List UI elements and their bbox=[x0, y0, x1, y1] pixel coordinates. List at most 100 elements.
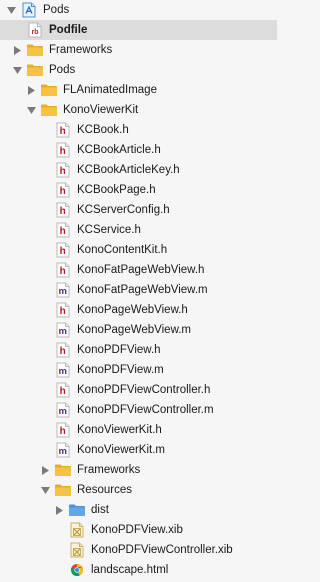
disclosure-collapsed-icon[interactable] bbox=[54, 505, 64, 515]
header-file-icon: h bbox=[54, 122, 72, 138]
navigator-row[interactable]: KonoPDFViewController.xib bbox=[0, 540, 277, 560]
disclosure-expanded-icon[interactable] bbox=[12, 65, 22, 75]
navigator-row[interactable]: KonoPDFView.xib bbox=[0, 520, 277, 540]
navigator-row[interactable]: m KonoFatPageWebView.m bbox=[0, 280, 277, 300]
navigator-row[interactable]: dist bbox=[0, 500, 277, 520]
navigator-row[interactable]: Pods bbox=[0, 0, 277, 20]
header-file-icon: h bbox=[54, 202, 72, 218]
header-file-icon: h bbox=[54, 222, 72, 238]
navigator-row[interactable]: FLAnimatedImage bbox=[0, 80, 277, 100]
navigator-row-label: Frameworks bbox=[49, 44, 113, 56]
xib-file-icon bbox=[68, 542, 86, 558]
navigator-row[interactable]: m KonoViewerKit.m bbox=[0, 440, 277, 460]
navigator-row[interactable]: h KCBookArticleKey.h bbox=[0, 160, 277, 180]
navigator-row-label: KonoPDFViewController.xib bbox=[91, 544, 233, 556]
svg-text:h: h bbox=[60, 206, 66, 217]
header-file-icon: h bbox=[54, 302, 72, 318]
navigator-row[interactable]: h KonoContentKit.h bbox=[0, 240, 277, 260]
navigator-row-label: KonoViewerKit.h bbox=[77, 424, 162, 436]
navigator-row-label: KCBookArticleKey.h bbox=[77, 164, 180, 176]
navigator-row[interactable]: h KCBookPage.h bbox=[0, 180, 277, 200]
svg-text:h: h bbox=[60, 186, 66, 197]
navigator-row[interactable]: h KCServerConfig.h bbox=[0, 200, 277, 220]
xib-file-icon bbox=[68, 522, 86, 538]
navigator-row-label: KonoContentKit.h bbox=[77, 244, 168, 256]
implementation-file-icon: m bbox=[54, 282, 72, 298]
ruby-file-icon: rb bbox=[26, 22, 44, 38]
svg-text:m: m bbox=[58, 446, 66, 457]
svg-text:h: h bbox=[60, 306, 66, 317]
navigator-row[interactable]: h KonoFatPageWebView.h bbox=[0, 260, 277, 280]
svg-text:h: h bbox=[60, 426, 66, 437]
navigator-row[interactable]: KonoViewerKit bbox=[0, 100, 277, 120]
navigator-row[interactable]: h KCService.h bbox=[0, 220, 277, 240]
navigator-row[interactable]: h KonoPDFView.h bbox=[0, 340, 277, 360]
navigator-row-label: KonoViewerKit.m bbox=[77, 444, 165, 456]
navigator-row[interactable]: Resources bbox=[0, 480, 277, 500]
navigator-row-label: KonoPDFView.xib bbox=[91, 524, 183, 536]
disclosure-expanded-icon[interactable] bbox=[40, 485, 50, 495]
navigator-row[interactable]: h KCBookArticle.h bbox=[0, 140, 277, 160]
header-file-icon: h bbox=[54, 242, 72, 258]
svg-text:h: h bbox=[60, 146, 66, 157]
svg-text:h: h bbox=[60, 126, 66, 137]
navigator-row-label: KonoPDFViewController.m bbox=[77, 404, 214, 416]
svg-text:m: m bbox=[58, 406, 66, 417]
folder-icon bbox=[54, 462, 72, 478]
navigator-row-label: KonoPDFView.h bbox=[77, 344, 161, 356]
svg-text:h: h bbox=[60, 166, 66, 177]
folder-icon bbox=[54, 482, 72, 498]
blue-folder-icon bbox=[68, 502, 86, 518]
navigator-row-label: KonoFatPageWebView.h bbox=[77, 264, 205, 276]
header-file-icon: h bbox=[54, 262, 72, 278]
navigator-row[interactable]: h KonoPageWebView.h bbox=[0, 300, 277, 320]
navigator-row[interactable]: Frameworks bbox=[0, 40, 277, 60]
navigator-row[interactable]: m KonoPageWebView.m bbox=[0, 320, 277, 340]
navigator-row-label: landscape.html bbox=[91, 564, 169, 576]
header-file-icon: h bbox=[54, 142, 72, 158]
navigator-row[interactable]: Pods bbox=[0, 60, 277, 80]
navigator-row-label: KCBookArticle.h bbox=[77, 144, 161, 156]
navigator-row-label: KonoPDFView.m bbox=[77, 364, 164, 376]
disclosure-collapsed-icon[interactable] bbox=[12, 45, 22, 55]
implementation-file-icon: m bbox=[54, 442, 72, 458]
navigator-row-label: KonoFatPageWebView.m bbox=[77, 284, 208, 296]
navigator-row[interactable]: h KonoViewerKit.h bbox=[0, 420, 277, 440]
header-file-icon: h bbox=[54, 382, 72, 398]
navigator-row[interactable]: m KonoPDFViewController.m bbox=[0, 400, 277, 420]
navigator-row[interactable]: rb Podfile bbox=[0, 20, 277, 40]
header-file-icon: h bbox=[54, 422, 72, 438]
header-file-icon: h bbox=[54, 162, 72, 178]
implementation-file-icon: m bbox=[54, 362, 72, 378]
folder-icon bbox=[26, 42, 44, 58]
folder-icon bbox=[26, 62, 44, 78]
navigator-row[interactable]: landscape.html bbox=[0, 560, 277, 580]
navigator-row[interactable]: h KonoPDFViewController.h bbox=[0, 380, 277, 400]
svg-text:h: h bbox=[60, 246, 66, 257]
disclosure-collapsed-icon[interactable] bbox=[40, 465, 50, 475]
svg-text:m: m bbox=[58, 326, 66, 337]
navigator-row-label: KCBookPage.h bbox=[77, 184, 156, 196]
navigator-row[interactable]: h KCBook.h bbox=[0, 120, 277, 140]
navigator-row-label: Pods bbox=[43, 4, 70, 16]
disclosure-collapsed-icon[interactable] bbox=[26, 85, 36, 95]
svg-text:h: h bbox=[60, 386, 66, 397]
disclosure-expanded-icon[interactable] bbox=[6, 5, 16, 15]
navigator-row[interactable]: Frameworks bbox=[0, 460, 277, 480]
implementation-file-icon: m bbox=[54, 322, 72, 338]
navigator-row-label: Podfile bbox=[49, 24, 88, 36]
navigator-row[interactable]: m KonoPDFView.m bbox=[0, 360, 277, 380]
navigator-row-label: Pods bbox=[49, 64, 76, 76]
svg-text:h: h bbox=[60, 266, 66, 277]
folder-icon bbox=[40, 82, 58, 98]
svg-text:m: m bbox=[58, 366, 66, 377]
disclosure-expanded-icon[interactable] bbox=[26, 105, 36, 115]
navigator-row-label: KCService.h bbox=[77, 224, 141, 236]
navigator-row-label: KonoPageWebView.h bbox=[77, 304, 188, 316]
header-file-icon: h bbox=[54, 182, 72, 198]
navigator-row-label: FLAnimatedImage bbox=[63, 84, 157, 96]
svg-text:h: h bbox=[60, 346, 66, 357]
header-file-icon: h bbox=[54, 342, 72, 358]
folder-icon bbox=[40, 102, 58, 118]
project-icon bbox=[20, 2, 38, 18]
